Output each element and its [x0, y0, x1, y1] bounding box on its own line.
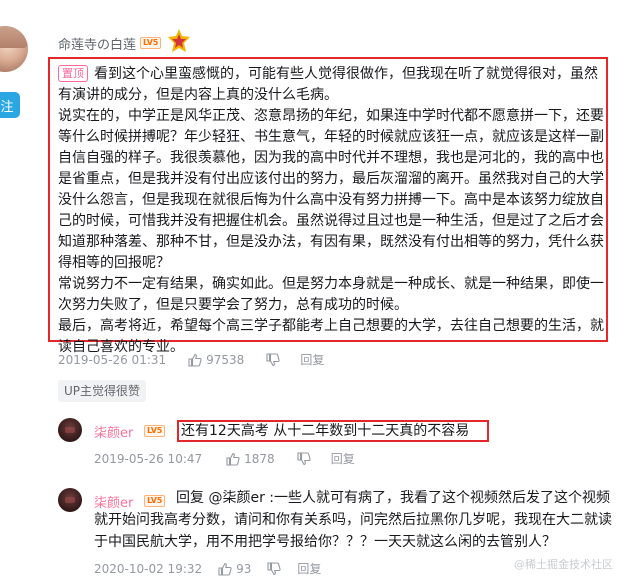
timestamp: 2020-10-02 19:32 [94, 561, 203, 576]
comment-meta: 2019-05-26 01:31 97538 回复 [58, 351, 324, 368]
thumbs-down-icon [266, 352, 280, 366]
reply-avatar[interactable] [58, 488, 82, 512]
avatar-hair [0, 26, 28, 48]
dislike-button[interactable] [266, 352, 280, 367]
thumbs-down-icon [267, 561, 282, 575]
like-button[interactable]: 97538 [188, 353, 244, 367]
timestamp: 2019-05-26 10:47 [94, 451, 203, 466]
comment-paragraph: 常说努力不一定有结果，确实如此。但是努力本身就是一种成长、就是一种结果，即使一次… [58, 276, 604, 313]
reply-meta: 2019-05-26 10:47 1878 回复 [94, 450, 355, 467]
reply-prefix: 回复 [176, 490, 209, 506]
level-badge: LV5 [140, 37, 162, 49]
reply-meta: 2020-10-02 19:32 93 回复 [94, 560, 321, 577]
dislike-button[interactable] [297, 451, 311, 466]
thumbs-down-icon [297, 451, 311, 465]
comment-section: 注 命莲寺の白莲 LV5 置顶 看到这个心里蛮感慨的，可能有些人觉得很做作，但我现… [0, 0, 641, 577]
reply-button[interactable]: 回复 [300, 351, 324, 368]
thumbs-up-icon [226, 452, 240, 466]
like-button[interactable]: 1878 [226, 452, 275, 466]
reply-text-block: 回复 @柒颜er :一些人就可有病了，我看了这个视频然后发了这个视频就开始问我高… [94, 487, 618, 553]
thumbs-up-icon [188, 353, 202, 367]
reply-text: 还有12天高考 从十二年数到十二天真的不容易 [181, 423, 470, 439]
reply-avatar[interactable] [58, 418, 82, 442]
like-count: 97538 [206, 352, 245, 367]
timestamp: 2019-05-26 01:31 [58, 352, 167, 367]
pinned-badge: 置顶 [58, 65, 88, 82]
reply-button[interactable]: 回复 [331, 450, 355, 467]
follow-button[interactable]: 注 [0, 92, 20, 118]
thumbs-up-icon [218, 562, 232, 576]
avatar[interactable] [0, 26, 28, 72]
comment-paragraph-text: 看到这个心里蛮感慨的，可能有些人觉得很做作，但我现在听了就觉得很对，虽然有演讲的… [58, 66, 598, 103]
mention-link[interactable]: @柒颜er [208, 490, 264, 506]
like-count: 1878 [244, 451, 275, 466]
reply-button[interactable]: 回复 [297, 560, 321, 577]
comment-paragraph: 说实在的，中学正是风华正茂、恣意昂扬的年纪，如果连中学时代都不愿意拼一下，还要等… [58, 108, 604, 271]
comment-body: 置顶 看到这个心里蛮感慨的，可能有些人觉得很做作，但我现在听了就觉得很对，虽然有演… [58, 64, 608, 358]
reply-text: :一些人就可有病了，我看了这个视频然后发了这个视频就开始问我高考分数，请问和你有… [94, 490, 612, 550]
reply-username[interactable]: 柒颜er [94, 422, 133, 441]
dislike-button[interactable] [267, 561, 282, 576]
comment-paragraph: 置顶 看到这个心里蛮感慨的，可能有些人觉得很做作，但我现在听了就觉得很对，虽然有演… [58, 64, 608, 106]
fan-medal-icon [168, 29, 190, 52]
like-count: 93 [236, 561, 252, 576]
watermark: @稀土掘金技术社区 [514, 558, 613, 571]
like-button[interactable]: 93 [218, 562, 251, 576]
username[interactable]: 命莲寺の白莲 [58, 34, 136, 53]
level-badge: LV5 [144, 425, 166, 437]
up-liked-badge: UP主觉得很赞 [58, 380, 147, 402]
